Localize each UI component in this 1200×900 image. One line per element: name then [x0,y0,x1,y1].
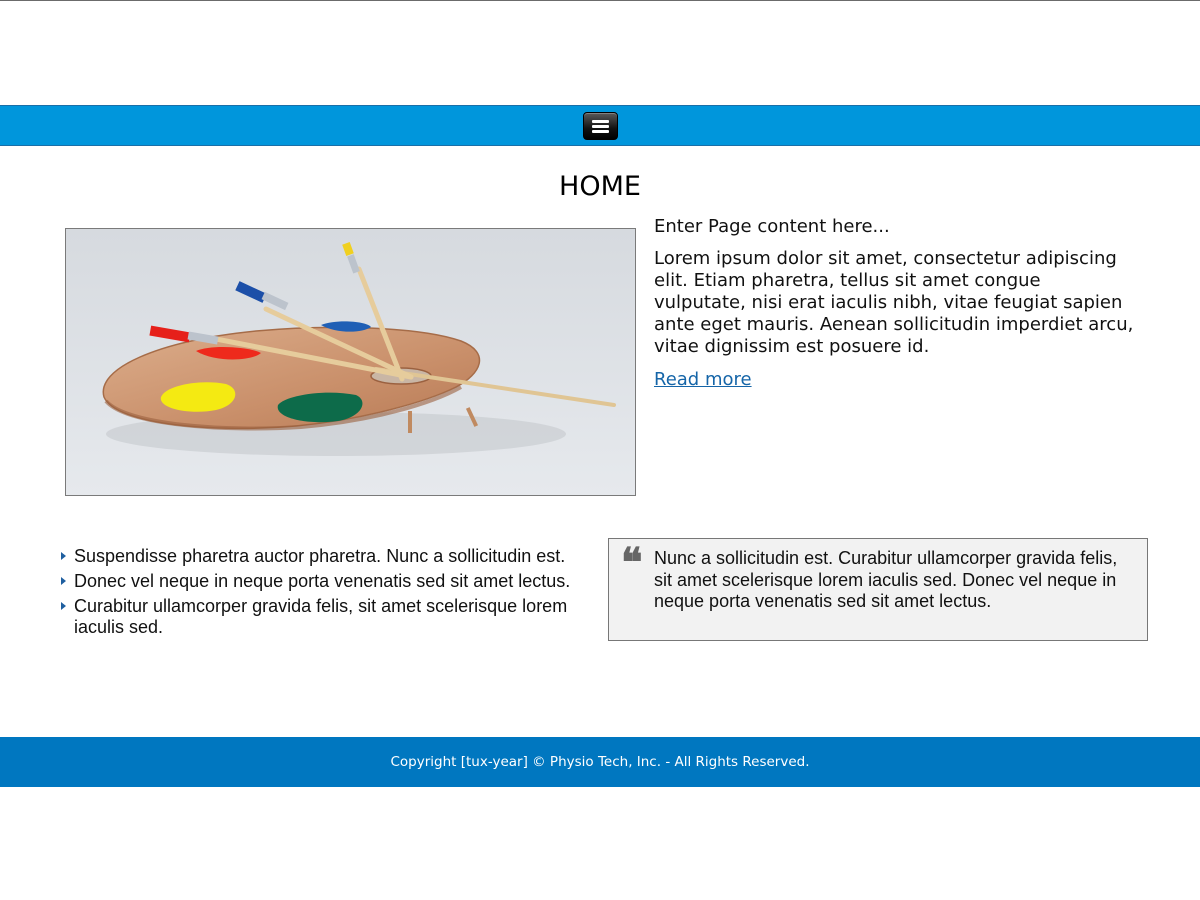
read-more-link[interactable]: Read more [654,369,752,390]
triangle-bullet-icon [61,602,66,610]
list-item-text: Curabitur ullamcorper gravida felis, sit… [74,596,568,637]
top-border-line [0,0,1200,1]
triangle-bullet-icon [61,577,66,585]
list-item: Curabitur ullamcorper gravida felis, sit… [61,596,581,638]
quote-text: Nunc a sollicitudin est. Curabitur ullam… [654,548,1118,611]
list-item: Suspendisse pharetra auctor pharetra. Nu… [61,546,581,567]
footer: Copyright [tux-year] © Physio Tech, Inc.… [0,737,1200,787]
list-item-text: Donec vel neque in neque porta venenatis… [74,571,571,591]
page-title: HOME [559,171,641,202]
list-item: Donec vel neque in neque porta venenatis… [61,571,581,592]
nav-bar [0,105,1200,146]
quote-mark-icon: ❝ [621,539,643,586]
intro-section: Enter Page content here... Lorem ipsum d… [654,216,1154,391]
list-item-text: Suspendisse pharetra auctor pharetra. Nu… [74,546,566,566]
footer-copyright: Copyright [tux-year] © Physio Tech, Inc.… [390,754,810,770]
triangle-bullet-icon [61,552,66,560]
menu-button[interactable] [583,112,618,140]
quote-box: ❝ Nunc a sollicitudin est. Curabitur ull… [608,538,1148,641]
hero-image [65,228,636,496]
bullet-list: Suspendisse pharetra auctor pharetra. Nu… [61,546,581,642]
intro-lead: Enter Page content here... [654,216,890,237]
intro-body: Lorem ipsum dolor sit amet, consectetur … [654,248,1134,357]
